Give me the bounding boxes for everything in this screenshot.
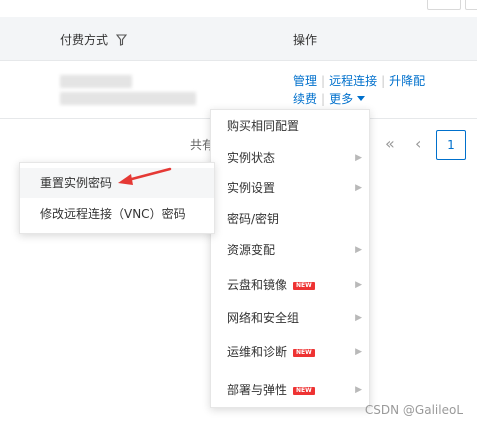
blurred-payment-value bbox=[60, 75, 132, 88]
separator: | bbox=[381, 74, 386, 88]
page-number-current[interactable]: 1 bbox=[436, 130, 466, 160]
menu-item-label: 实例状态 bbox=[227, 151, 276, 165]
chevron-right-icon: ▶ bbox=[355, 385, 362, 395]
column-header-actions: 操作 bbox=[293, 33, 318, 47]
chevron-right-icon: ▶ bbox=[355, 183, 362, 193]
menu-item-instance-status[interactable]: 实例状态 ▶ bbox=[211, 143, 369, 173]
filter-icon[interactable] bbox=[115, 34, 127, 46]
annotation-arrow-icon bbox=[118, 167, 172, 185]
column-header-payment: 付费方式 bbox=[60, 31, 127, 48]
table-header: 付费方式 操作 bbox=[0, 17, 477, 61]
more-label: 更多 bbox=[329, 92, 354, 106]
top-button-right[interactable] bbox=[465, 0, 477, 10]
chevron-right-icon: ▶ bbox=[355, 245, 362, 255]
menu-item-label: 云盘和镜像 bbox=[227, 278, 288, 292]
upgrade-link[interactable]: 升降配 bbox=[389, 74, 425, 88]
top-button-left[interactable] bbox=[427, 0, 461, 10]
new-badge: NEW bbox=[293, 349, 315, 357]
renew-link[interactable]: 续费 bbox=[293, 92, 317, 106]
blurred-payment-detail bbox=[60, 92, 196, 105]
menu-item-network-and-security[interactable]: 网络和安全组 ▶ bbox=[211, 303, 369, 333]
separator: | bbox=[321, 74, 326, 88]
more-dropdown-menu: 购买相同配置 实例状态 ▶ 实例设置 ▶ 密码/密钥 资源变配 ▶ 云盘和镜像 NEW ▶ 网络和安全… bbox=[210, 109, 370, 408]
menu-item-label: 购买相同配置 bbox=[227, 119, 300, 133]
menu-item-label: 部署与弹性 bbox=[227, 383, 288, 397]
menu-item-label: 密码/密钥 bbox=[227, 212, 280, 226]
watermark: CSDN @GalileoL bbox=[364, 403, 463, 417]
menu-item-ops-and-diagnosis[interactable]: 运维和诊断 NEW ▶ bbox=[211, 337, 369, 367]
menu-item-buy-same-config[interactable]: 购买相同配置 bbox=[211, 111, 369, 141]
chevron-right-icon: ▶ bbox=[355, 280, 362, 290]
new-badge: NEW bbox=[293, 387, 315, 395]
remote-connect-link[interactable]: 远程连接 bbox=[329, 74, 377, 88]
menu-item-resource-change[interactable]: 资源变配 ▶ bbox=[211, 235, 369, 265]
menu-item-label: 运维和诊断 bbox=[227, 345, 288, 359]
modify-vnc-password-item[interactable]: 修改远程连接（VNC）密码 bbox=[20, 199, 214, 229]
separator: | bbox=[321, 92, 326, 106]
menu-item-label: 网络和安全组 bbox=[227, 311, 300, 325]
prev-page-icon[interactable]: ‹ bbox=[415, 134, 421, 153]
chevron-right-icon: ▶ bbox=[355, 313, 362, 323]
row-actions: 管理 | 远程连接 | 升降配 续费 | 更多 bbox=[293, 72, 425, 108]
chevron-right-icon: ▶ bbox=[355, 347, 362, 357]
menu-item-label: 资源变配 bbox=[227, 243, 276, 257]
manage-link[interactable]: 管理 bbox=[293, 74, 317, 88]
more-link[interactable]: 更多 bbox=[329, 92, 366, 106]
menu-item-instance-settings[interactable]: 实例设置 ▶ bbox=[211, 173, 369, 203]
column-header-payment-label: 付费方式 bbox=[60, 33, 109, 47]
new-badge: NEW bbox=[293, 282, 315, 290]
menu-item-label: 实例设置 bbox=[227, 181, 276, 195]
menu-item-password-key[interactable]: 密码/密钥 bbox=[211, 204, 369, 234]
first-page-icon[interactable]: « bbox=[385, 134, 395, 153]
menu-item-deploy-and-elastic[interactable]: 部署与弹性 NEW ▶ bbox=[211, 375, 369, 405]
menu-item-disk-and-image[interactable]: 云盘和镜像 NEW ▶ bbox=[211, 270, 369, 300]
chevron-right-icon: ▶ bbox=[355, 153, 362, 163]
caret-down-icon bbox=[357, 96, 366, 101]
